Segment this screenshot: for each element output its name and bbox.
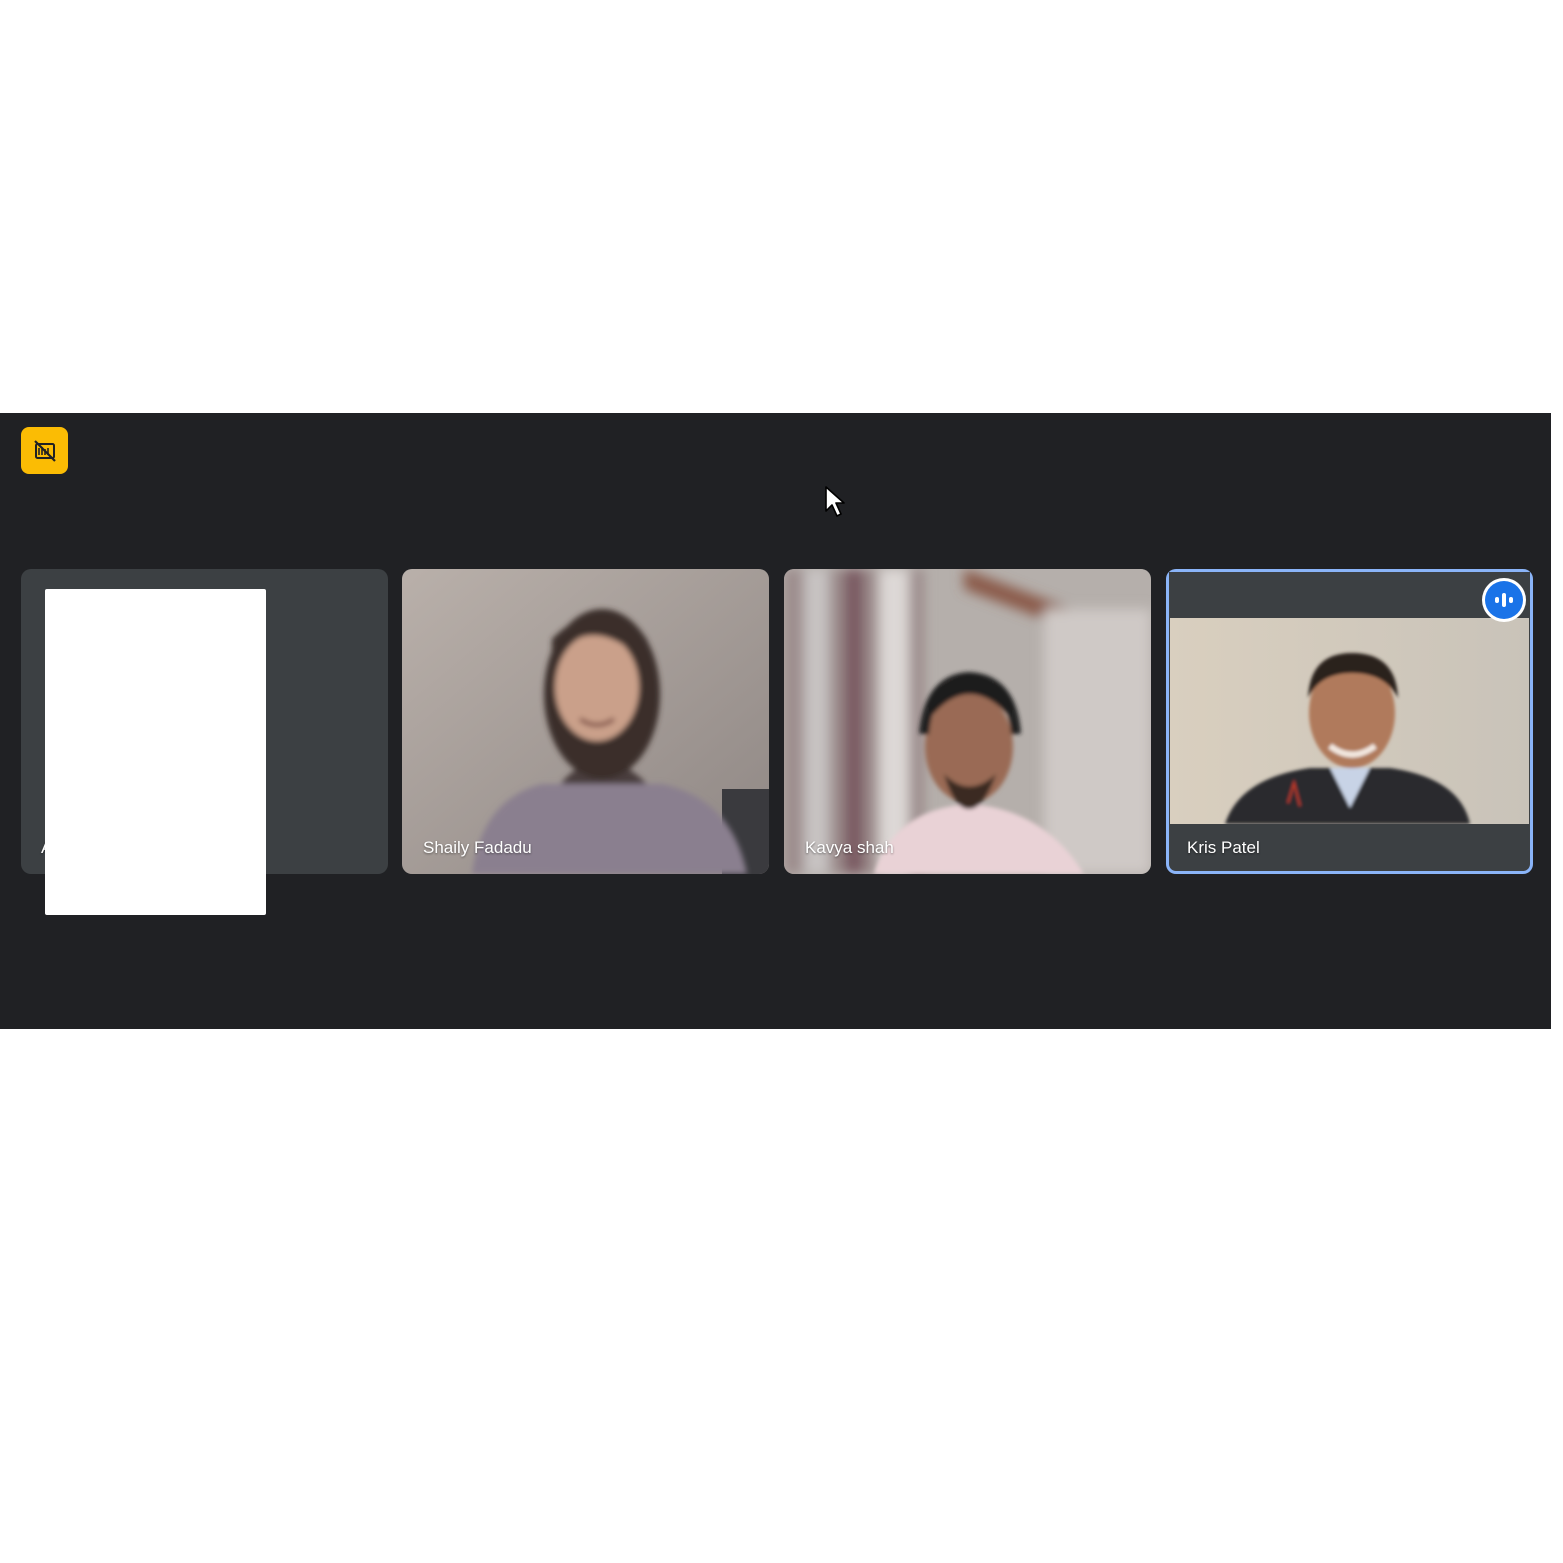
recording-off-icon <box>33 439 56 462</box>
participant-video <box>784 569 1151 874</box>
participant-name: Kavya shah <box>805 838 894 857</box>
mouse-cursor-icon <box>825 486 845 517</box>
participant-name: Shaily Fadadu <box>423 838 532 857</box>
participant-tile-3[interactable]: Kavya shah <box>784 569 1151 874</box>
redaction-overlay <box>45 589 266 915</box>
participant-tile-2[interactable]: Shaily Fadadu <box>402 569 769 874</box>
video-letterbox <box>1169 572 1530 618</box>
participant-video <box>1170 618 1529 824</box>
audio-bars-icon <box>1495 593 1513 607</box>
speaking-indicator <box>1485 581 1523 619</box>
participant-tile-4[interactable]: Kris Patel <box>1166 569 1533 874</box>
participant-video <box>402 569 769 874</box>
recording-indicator[interactable] <box>21 427 68 474</box>
participant-name: Kris Patel <box>1187 838 1260 857</box>
